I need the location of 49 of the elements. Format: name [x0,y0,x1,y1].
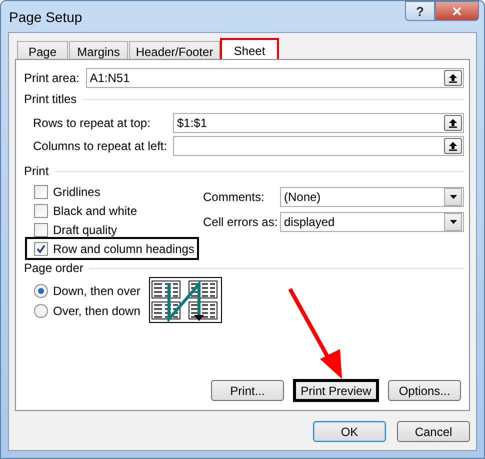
checkbox-label: Gridlines [53,184,100,198]
collapse-button[interactable] [444,115,462,131]
field-label: Rows to repeat at top: [33,116,152,130]
group-heading: Print [24,164,49,178]
button[interactable]: Cancel [397,421,470,442]
group-heading: Print titles [24,92,77,106]
checkbox-label: Row and column headings [53,242,194,256]
field-label: Print area: [24,71,80,85]
checkbox[interactable] [34,184,48,198]
upload-arrow-icon [448,141,458,151]
radio-button[interactable] [34,304,48,318]
field-value: A1:N51 [90,71,130,85]
collapse-button[interactable] [444,70,462,86]
checkbox-label: Draft quality [53,222,118,236]
group-heading: Page order [24,261,84,275]
tab[interactable]: Header/Footer [129,41,220,59]
button[interactable]: Options... [388,380,461,401]
radio-label: Down, then over [53,284,140,298]
radio-label: Over, then down [53,304,140,318]
collapse-button[interactable] [444,138,462,154]
input-field[interactable]: $1:$1 [173,113,464,133]
dropdown-value: displayed [284,215,335,229]
radio-button[interactable] [34,284,48,298]
input-field[interactable] [173,136,464,156]
check-icon [36,244,46,254]
caret-icon [450,195,456,199]
upload-arrow-icon [448,118,458,128]
help-button[interactable]: ? [405,1,435,21]
input-field[interactable]: A1:N51 [86,68,464,88]
dropdown[interactable]: (None) [280,187,464,207]
field-label: Cell errors as: [203,215,279,229]
field-label: Columns to repeat at left: [33,139,168,153]
tab[interactable]: Sheet [221,39,278,60]
button[interactable]: OK [313,421,386,442]
checkbox[interactable] [34,222,48,236]
dropdown[interactable]: displayed [280,212,464,232]
caret-icon [450,220,456,224]
window-title: Page Setup [9,9,82,25]
button[interactable]: Print Preview [294,380,378,401]
tab[interactable]: Page [17,41,68,59]
tab[interactable]: Margins [69,41,128,59]
button[interactable]: Print... [211,380,284,401]
checkbox[interactable] [34,204,48,218]
dropdown-value: (None) [284,190,321,204]
checkbox-label: Black and white [53,204,138,218]
checkbox[interactable] [34,242,48,256]
field-value: $1:$1 [177,116,208,130]
upload-arrow-icon [448,73,458,83]
field-label: Comments: [203,190,266,204]
